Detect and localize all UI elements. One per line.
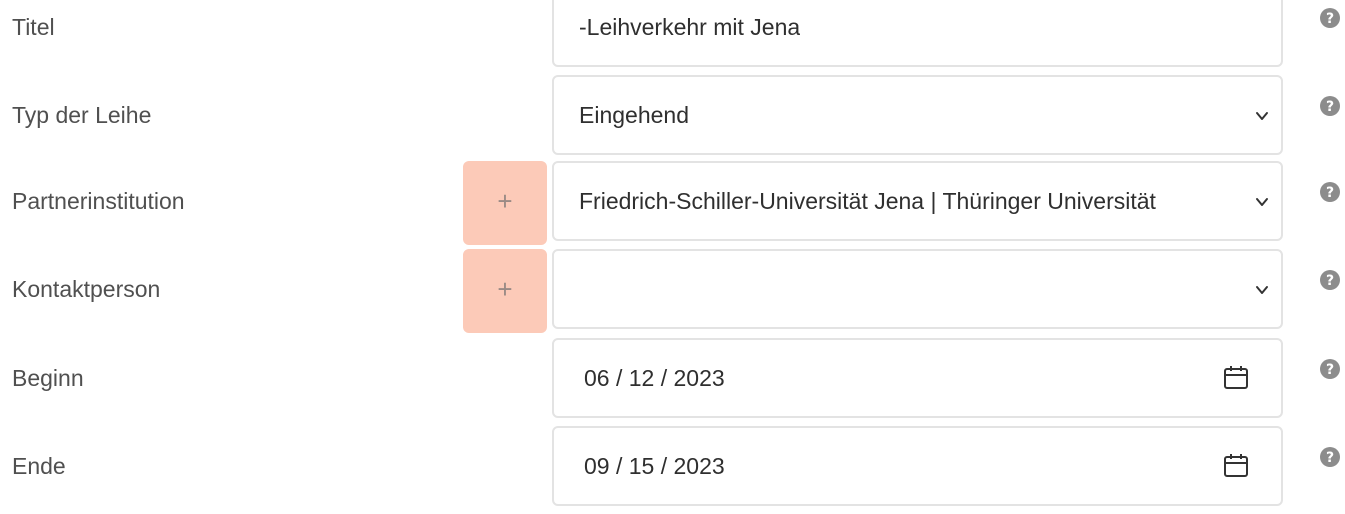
svg-text:?: ?	[1326, 11, 1334, 27]
form-row-partnerinstitution: Partnerinstitution + Friedrich-Schiller-…	[0, 161, 1345, 249]
svg-text:?: ?	[1326, 450, 1334, 466]
typ-der-leihe-value: Eingehend	[579, 102, 689, 128]
chevron-down-icon	[1256, 198, 1268, 206]
form-row-typ-der-leihe: Typ der Leihe Eingehend ?	[0, 75, 1345, 163]
typ-der-leihe-select[interactable]: Eingehend	[552, 75, 1283, 155]
field-label-beginn: Beginn	[12, 365, 84, 391]
question-circle-icon[interactable]: ?	[1319, 181, 1341, 203]
svg-text:?: ?	[1326, 362, 1334, 378]
calendar-icon[interactable]	[1223, 453, 1249, 479]
field-label-partnerinstitution: Partnerinstitution	[12, 188, 185, 214]
titel-input[interactable]: -Leihverkehr mit Jena	[552, 0, 1283, 67]
field-label-titel: Titel	[12, 14, 55, 40]
beginn-date-value: 06 / 12 / 2023	[584, 365, 725, 391]
question-circle-icon[interactable]: ?	[1319, 446, 1341, 468]
form-row-ende: Ende 09 / 15 / 2023 ?	[0, 426, 1345, 514]
question-circle-icon[interactable]: ?	[1319, 95, 1341, 117]
chevron-down-icon	[1256, 286, 1268, 294]
chevron-down-icon	[1256, 112, 1268, 120]
kontaktperson-select[interactable]	[552, 249, 1283, 329]
question-circle-icon[interactable]: ?	[1319, 269, 1341, 291]
question-circle-icon[interactable]: ?	[1319, 358, 1341, 380]
beginn-date-input[interactable]: 06 / 12 / 2023	[552, 338, 1283, 418]
field-label-ende: Ende	[12, 453, 66, 479]
titel-input-value: -Leihverkehr mit Jena	[579, 14, 801, 40]
form-row-kontaktperson: Kontaktperson + ?	[0, 249, 1345, 337]
question-circle-icon[interactable]: ?	[1319, 7, 1341, 29]
add-partnerinstitution-button[interactable]: +	[463, 161, 547, 245]
svg-text:?: ?	[1326, 185, 1334, 201]
field-label-kontaktperson: Kontaktperson	[12, 276, 161, 302]
field-label-typ-der-leihe: Typ der Leihe	[12, 102, 152, 128]
calendar-icon[interactable]	[1223, 365, 1249, 391]
form-row-titel: Titel -Leihverkehr mit Jena ?	[0, 0, 1345, 75]
add-kontaktperson-button[interactable]: +	[463, 249, 547, 333]
svg-text:?: ?	[1326, 273, 1334, 289]
partnerinstitution-value: Friedrich-Schiller-Universität Jena | Th…	[579, 188, 1156, 214]
form-row-beginn: Beginn 06 / 12 / 2023 ?	[0, 338, 1345, 426]
ende-date-input[interactable]: 09 / 15 / 2023	[552, 426, 1283, 506]
partnerinstitution-select[interactable]: Friedrich-Schiller-Universität Jena | Th…	[552, 161, 1283, 241]
svg-text:?: ?	[1326, 99, 1334, 115]
ende-date-value: 09 / 15 / 2023	[584, 453, 725, 479]
